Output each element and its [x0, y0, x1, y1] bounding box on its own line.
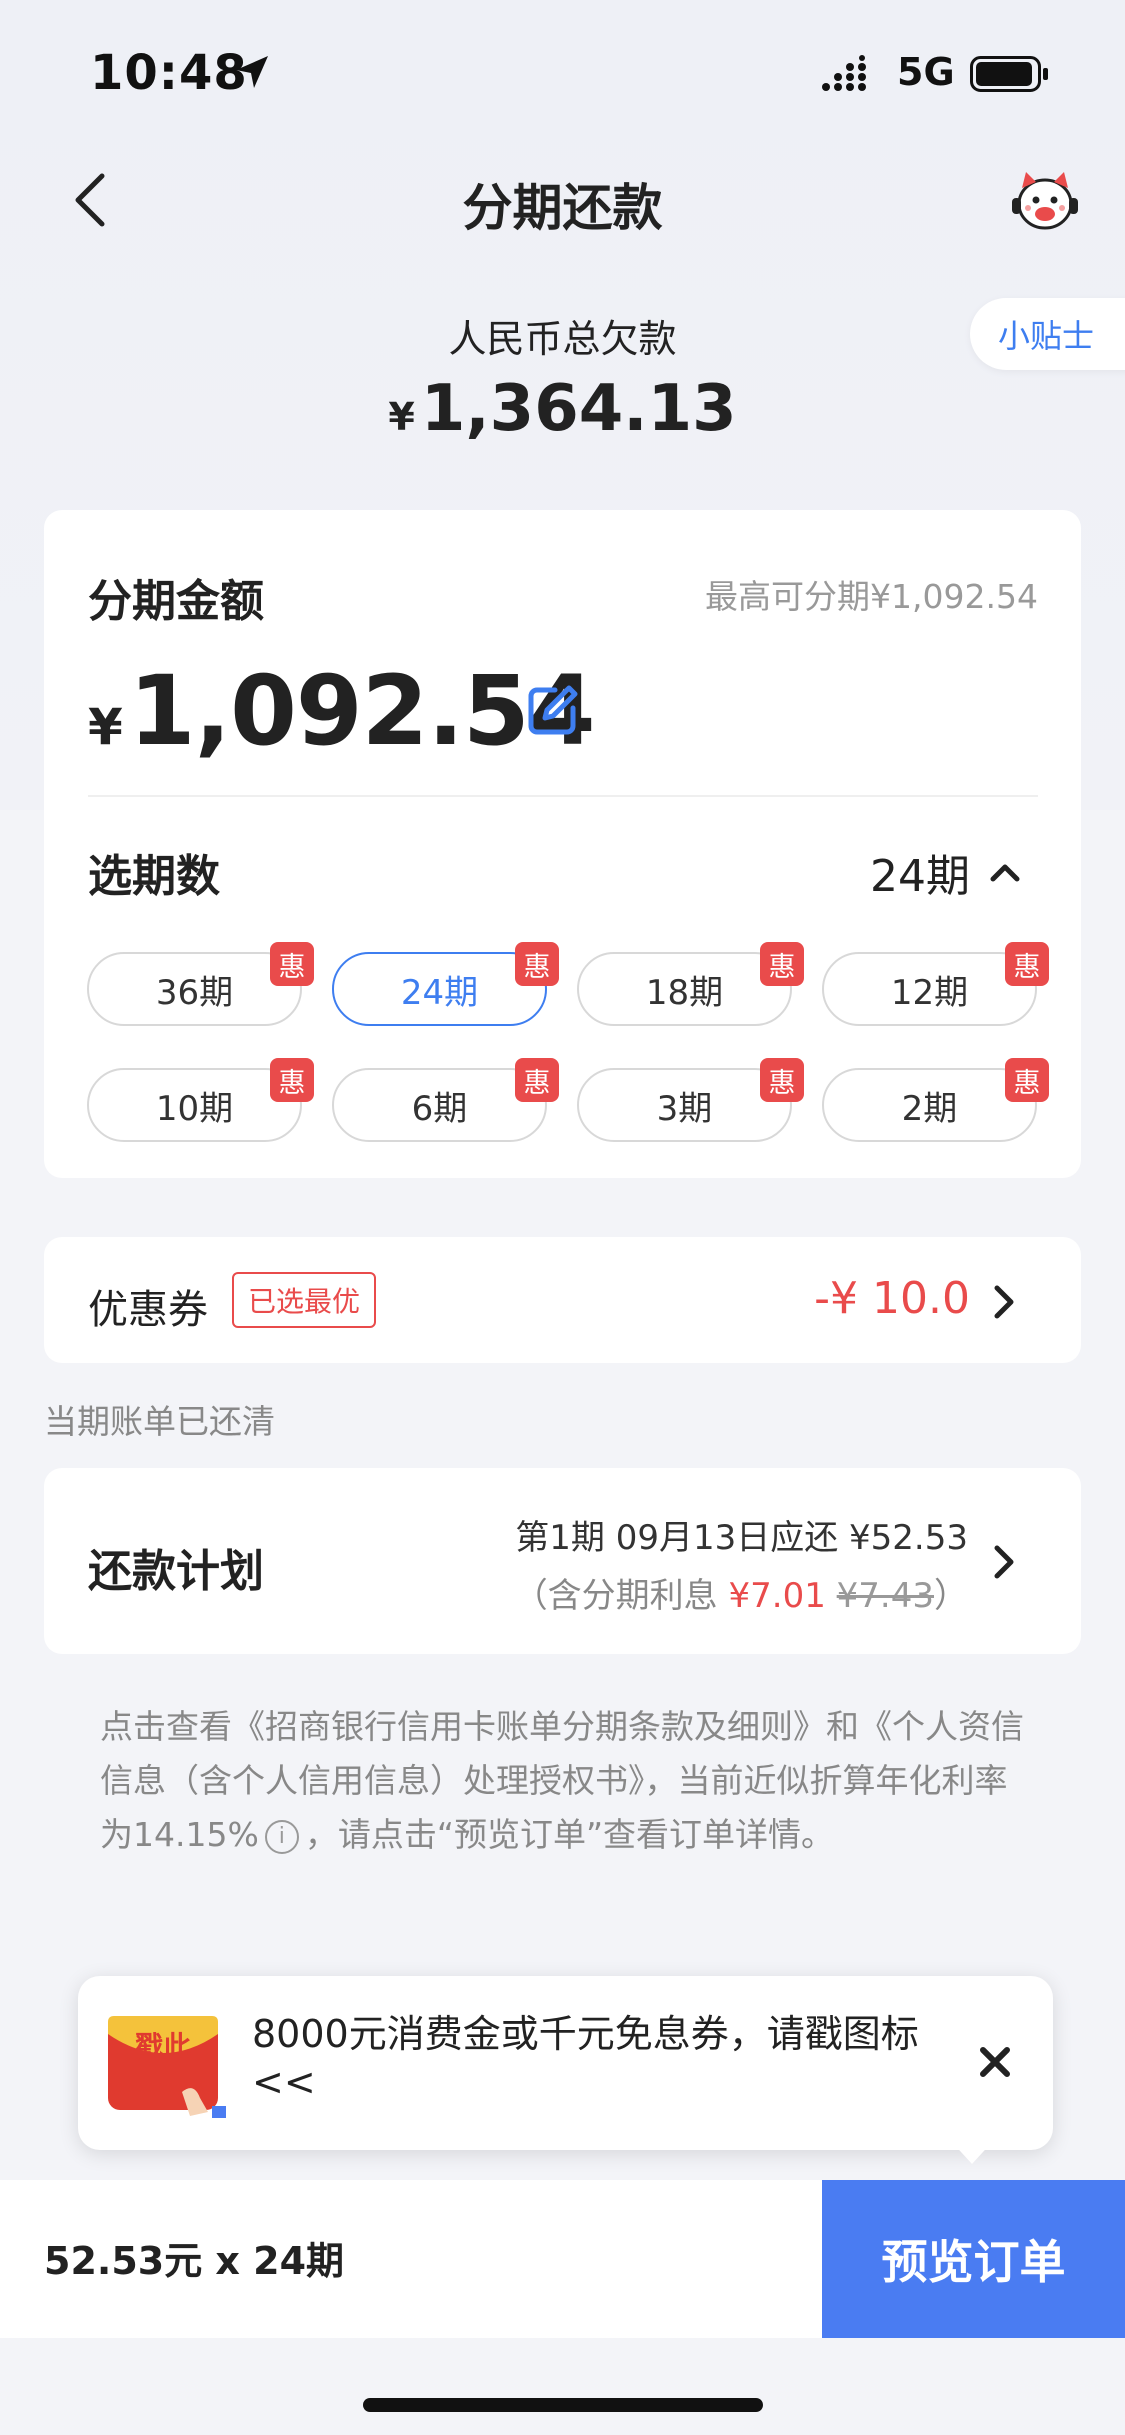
discount-badge: 惠: [760, 1058, 804, 1102]
repayment-plan-title: 还款计划: [88, 1546, 264, 1597]
payment-summary: 52.53元 x 24期: [44, 2239, 345, 2283]
chevron-right-icon[interactable]: [990, 1282, 1018, 1322]
divider: [88, 795, 1038, 797]
period-option-label: 36期: [155, 972, 234, 1013]
total-debt-label: 人民币总欠款: [448, 317, 677, 361]
total-debt-value: 1,364.13: [420, 372, 737, 446]
total-debt-amount: ¥1,364.13: [0, 372, 1125, 446]
period-option-label: 3期: [656, 1088, 713, 1129]
interest-prefix: （含分期利息: [513, 1576, 729, 1616]
close-icon[interactable]: [975, 2042, 1015, 2082]
promo-text: 8000元消费金或千元免息券，请戳图标<<: [252, 2012, 919, 2104]
mascot-service-icon[interactable]: [1010, 168, 1080, 234]
interest-suffix: ）: [934, 1576, 968, 1616]
period-option-label: 18期: [645, 972, 724, 1013]
promo-popup-tail: [950, 2140, 994, 2164]
signal-icon: [822, 55, 866, 91]
original-interest: ¥7.43: [836, 1576, 934, 1616]
max-installment-note: 最高可分期¥1,092.54: [705, 577, 1038, 616]
tips-button[interactable]: 小贴士: [970, 298, 1125, 370]
envelope-text: 戳此: [135, 2030, 191, 2063]
info-icon[interactable]: i: [264, 1819, 299, 1854]
installment-amount[interactable]: ¥1,092.54: [88, 655, 596, 767]
period-option-label: 12期: [890, 972, 969, 1013]
preview-order-button[interactable]: 预览订单: [822, 2180, 1125, 2338]
bill-cleared-note: 当期账单已还清: [44, 1402, 275, 1441]
period-option-label: 24期: [400, 972, 479, 1013]
period-selector-toggle[interactable]: 24期: [800, 840, 1020, 904]
discount-badge: 惠: [760, 942, 804, 986]
terms-notice-text-2: ，请点击“预览订单”查看订单详情。: [304, 1815, 835, 1854]
status-time: 10:48: [90, 45, 248, 101]
installment-amount-title: 分期金额: [88, 576, 264, 627]
currency-symbol: ¥: [88, 698, 123, 756]
location-arrow-icon: [236, 56, 268, 88]
discount-badge: 惠: [1005, 1058, 1049, 1102]
discount-badge: 惠: [270, 942, 314, 986]
chevron-right-icon[interactable]: [990, 1542, 1018, 1582]
interest-detail: （含分期利息 ¥7.01 ¥7.43）: [470, 1568, 968, 1617]
coupon-value: -¥ 10.0: [814, 1273, 970, 1324]
battery-icon: [970, 56, 1048, 92]
discount-badge: 惠: [1005, 942, 1049, 986]
red-envelope-icon[interactable]: 戳此: [104, 2012, 228, 2120]
chevron-up-icon: [990, 864, 1020, 882]
period-title: 选期数: [88, 851, 220, 902]
edit-icon[interactable]: [525, 682, 581, 738]
coupon-best-tag: 已选最优: [232, 1272, 377, 1328]
page-title: 分期还款: [462, 179, 663, 237]
selected-period: 24期: [870, 851, 970, 902]
first-payment-detail: 第1期 09月13日应还 ¥52.53: [515, 1518, 968, 1558]
interest-value: ¥7.01: [728, 1576, 826, 1616]
discount-badge: 惠: [515, 1058, 559, 1102]
terms-notice[interactable]: 点击查看《招商银行信用卡账单分期条款及细则》和《个人资信信息（含个人信用信息）处…: [100, 1700, 1040, 1862]
period-option-label: 2期: [901, 1088, 958, 1129]
discount-badge: 惠: [270, 1058, 314, 1102]
period-option-label: 10期: [155, 1088, 234, 1129]
home-indicator[interactable]: [363, 2398, 763, 2412]
network-type: 5G: [897, 50, 955, 94]
discount-badge: 惠: [515, 942, 559, 986]
currency-symbol: ¥: [388, 395, 415, 439]
period-option-label: 6期: [411, 1088, 468, 1129]
coupon-label: 优惠券: [88, 1287, 208, 1333]
